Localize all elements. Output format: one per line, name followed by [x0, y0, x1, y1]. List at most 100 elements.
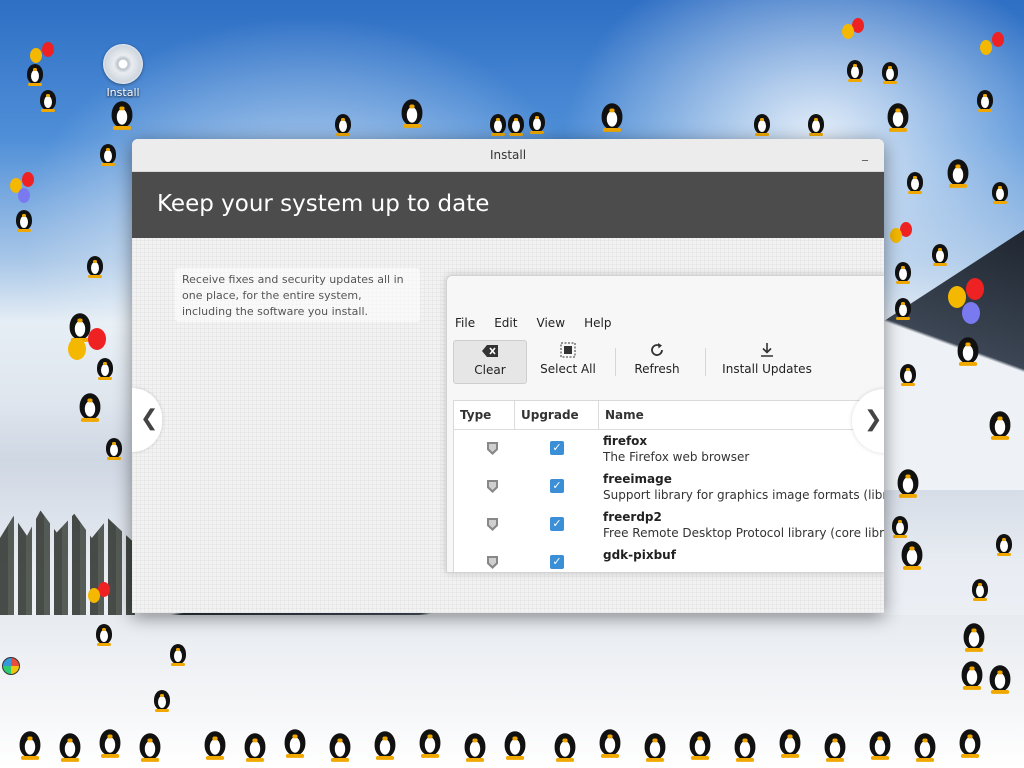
package-description: Support library for graphics image forma…	[603, 488, 884, 502]
menu-file[interactable]: File	[455, 316, 475, 330]
balloon-decoration	[962, 302, 980, 324]
toolbar-separator	[615, 348, 616, 376]
balloon-decoration	[992, 32, 1004, 47]
shield-icon	[487, 442, 498, 455]
slide-banner: Keep your system up to date	[132, 172, 884, 239]
penguin-decoration	[895, 464, 921, 498]
select-all-button[interactable]: Select All	[533, 340, 603, 382]
app-menu-icon[interactable]	[2, 657, 20, 675]
package-name: gdk-pixbuf	[603, 548, 676, 562]
desktop-icon-label: Install	[106, 86, 140, 99]
menu-view[interactable]: View	[537, 316, 565, 330]
slide-description-box: Receive fixes and security updates all i…	[175, 268, 420, 322]
penguin-decoration	[975, 86, 995, 112]
penguin-decoration	[987, 406, 1013, 440]
penguin-decoration	[945, 154, 971, 188]
balloon-decoration	[22, 172, 34, 187]
refresh-icon	[627, 342, 687, 362]
penguin-decoration	[104, 434, 124, 460]
penguin-decoration	[98, 140, 118, 166]
update-manager-preview: File Edit View Help Clear Select All Ref…	[446, 275, 884, 573]
balloon-decoration	[88, 588, 100, 603]
penguin-crowd	[0, 722, 1024, 768]
select-all-label: Select All	[540, 362, 596, 376]
table-row[interactable]: ✓ gdk-pixbuf	[454, 544, 884, 572]
table-row[interactable]: ✓ freeimage Support library for graphics…	[454, 468, 884, 506]
desktop-install-icon[interactable]: Install	[100, 44, 146, 99]
window-title: Install	[489, 148, 527, 162]
penguin-decoration	[987, 660, 1013, 694]
penguin-decoration	[961, 618, 987, 652]
install-window: Install _ Keep your system up to date Re…	[132, 139, 884, 613]
penguin-decoration	[990, 178, 1010, 204]
penguin-decoration	[168, 640, 188, 666]
column-upgrade[interactable]: Upgrade	[521, 408, 579, 422]
minimize-button[interactable]: _	[856, 145, 874, 163]
penguin-decoration	[506, 110, 526, 136]
penguin-decoration	[880, 58, 900, 84]
clear-button[interactable]: Clear	[453, 340, 527, 384]
select-all-icon	[533, 342, 603, 362]
penguin-decoration	[899, 536, 925, 570]
clear-label: Clear	[474, 363, 506, 377]
penguin-decoration	[109, 96, 135, 130]
backspace-icon	[454, 343, 526, 363]
install-updates-button[interactable]: Install Updates	[717, 340, 817, 382]
upgrade-checkbox[interactable]: ✓	[550, 479, 564, 493]
column-type[interactable]: Type	[460, 408, 491, 422]
menu-help[interactable]: Help	[584, 316, 611, 330]
table-row[interactable]: ✓ firefox The Firefox web browser	[454, 430, 884, 468]
penguin-decoration	[970, 575, 990, 601]
penguin-decoration	[333, 110, 353, 136]
penguin-decoration	[77, 388, 103, 422]
menu-bar: File Edit View Help	[447, 312, 884, 334]
table-row[interactable]: ✓ freerdp2 Free Remote Desktop Protocol …	[454, 506, 884, 544]
balloon-decoration	[42, 42, 54, 57]
menu-edit[interactable]: Edit	[494, 316, 517, 330]
shield-icon	[487, 518, 498, 531]
balloon-decoration	[890, 228, 902, 243]
penguin-decoration	[930, 240, 950, 266]
toolbar: Clear Select All Refresh Install Updates	[447, 340, 884, 386]
balloon-decoration	[980, 40, 992, 55]
penguin-decoration	[994, 530, 1014, 556]
penguin-decoration	[806, 110, 826, 136]
upgrade-checkbox[interactable]: ✓	[550, 555, 564, 569]
previous-slide-button[interactable]: ❮	[132, 388, 162, 452]
penguin-decoration	[959, 656, 985, 690]
penguin-decoration	[885, 98, 911, 132]
penguin-decoration	[14, 206, 34, 232]
refresh-button[interactable]: Refresh	[627, 340, 687, 382]
column-name[interactable]: Name	[605, 408, 644, 422]
penguin-decoration	[488, 110, 508, 136]
penguin-decoration	[399, 94, 425, 128]
shield-icon	[487, 480, 498, 493]
penguin-decoration	[898, 360, 918, 386]
upgrade-checkbox[interactable]: ✓	[550, 441, 564, 455]
upgrade-checkbox[interactable]: ✓	[550, 517, 564, 531]
download-icon	[717, 342, 817, 362]
balloon-decoration	[30, 48, 42, 63]
penguin-decoration	[893, 294, 913, 320]
package-description: The Firefox web browser	[603, 450, 750, 464]
chevron-right-icon: ❯	[864, 407, 883, 432]
balloon-decoration	[966, 278, 984, 300]
penguin-decoration	[845, 56, 865, 82]
shield-icon	[487, 556, 498, 569]
slide-description: Receive fixes and security updates all i…	[182, 273, 404, 318]
slide-title: Keep your system up to date	[157, 191, 490, 217]
penguin-decoration	[905, 168, 925, 194]
penguin-decoration	[893, 258, 913, 284]
updates-table: Type Upgrade Name ✓ firefox The Firefox …	[453, 400, 884, 572]
column-divider	[598, 401, 599, 429]
balloon-decoration	[842, 24, 854, 39]
penguin-decoration	[527, 108, 547, 134]
toolbar-separator	[705, 348, 706, 376]
balloon-decoration	[88, 328, 106, 350]
package-name: firefox	[603, 434, 648, 448]
window-titlebar[interactable]: Install _	[132, 139, 884, 172]
penguin-decoration	[94, 620, 114, 646]
penguin-decoration	[599, 98, 625, 132]
refresh-label: Refresh	[634, 362, 680, 376]
chevron-left-icon: ❮	[140, 406, 159, 431]
